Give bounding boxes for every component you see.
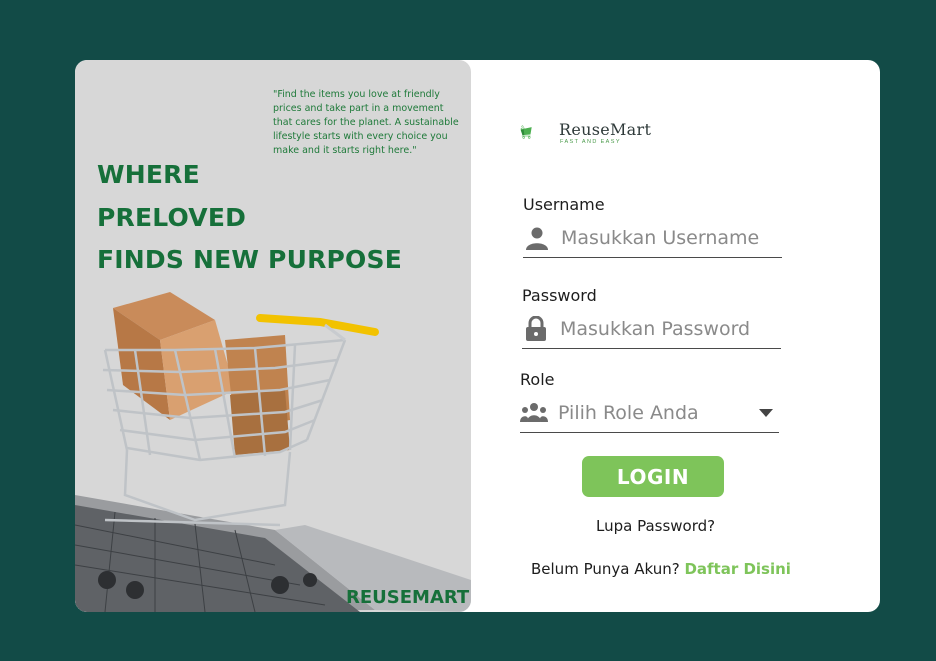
role-select[interactable]: Pilih Role Anda (520, 393, 779, 433)
cart-logo-icon (520, 125, 532, 139)
headline-line-1: WHERE (97, 160, 200, 189)
login-card: "Find the items you love at friendly pri… (75, 60, 880, 612)
hero-quote: "Find the items you love at friendly pri… (273, 89, 459, 156)
logo-tagline: FAST AND EASY (560, 139, 621, 145)
logo-name: ReuseMart (559, 120, 652, 139)
user-icon (523, 224, 551, 252)
headline-line-3: FINDS NEW PURPOSE (97, 245, 402, 274)
username-label: Username (523, 195, 605, 214)
shopping-cart-laptop-image (75, 292, 471, 612)
hero-panel: "Find the items you love at friendly pri… (75, 60, 471, 612)
password-label: Password (522, 286, 597, 305)
password-input[interactable] (560, 317, 770, 340)
signup-link[interactable]: Daftar Disini (684, 560, 791, 578)
signup-prompt-text: Belum Punya Akun? (531, 560, 680, 578)
username-field[interactable] (523, 218, 782, 258)
password-field[interactable] (522, 309, 781, 349)
signup-prompt: Belum Punya Akun? Daftar Disini (531, 560, 791, 578)
login-button[interactable]: LOGIN (582, 456, 724, 497)
role-selected-value: Pilih Role Anda (558, 401, 699, 424)
footer-brand: REUSEMART (346, 587, 470, 608)
role-label: Role (520, 370, 555, 389)
username-input[interactable] (561, 226, 771, 249)
chevron-down-icon[interactable] (759, 408, 773, 417)
headline-line-2: PRELOVED (97, 202, 247, 232)
hero-headline: WHERE PRELOVED FINDS NEW PURPOSE (97, 154, 402, 282)
group-icon (520, 399, 548, 427)
lock-icon (522, 315, 550, 343)
forgot-password-link[interactable]: Lupa Password? (596, 517, 715, 535)
